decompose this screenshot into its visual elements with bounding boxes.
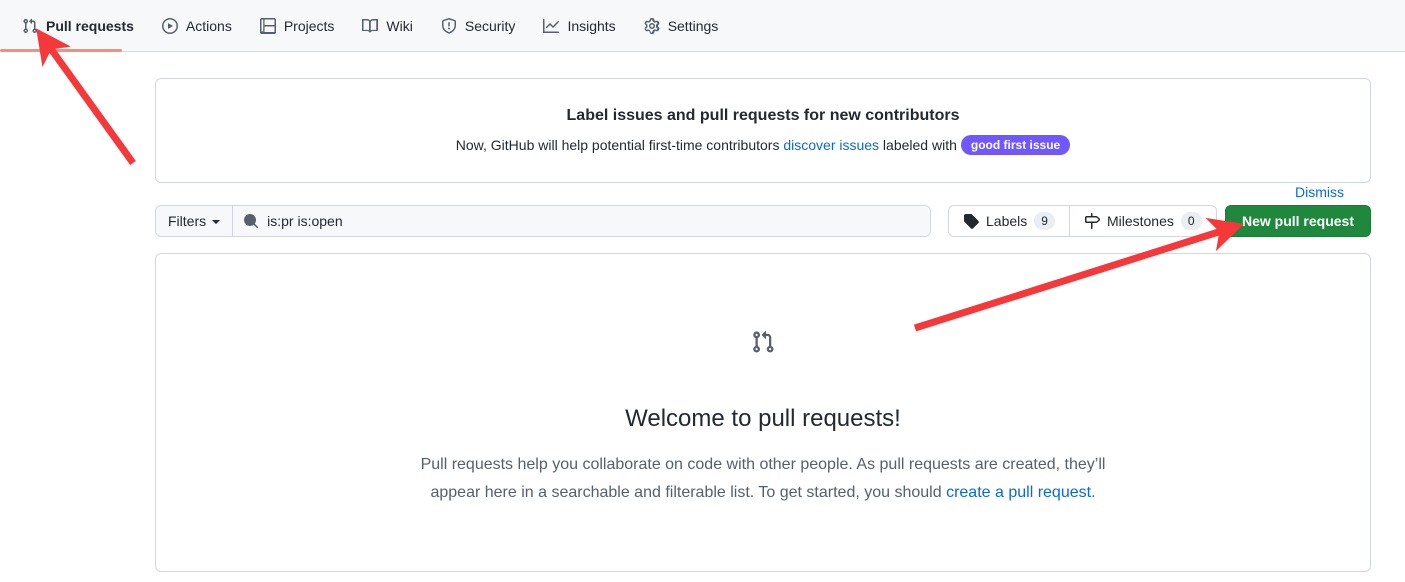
active-tab-underline: [0, 49, 122, 52]
nav-item-actions[interactable]: Actions: [148, 0, 246, 52]
search-input[interactable]: is:pr is:open: [267, 213, 342, 229]
nav-label-pull-requests: Pull requests: [46, 17, 134, 34]
filters-dropdown-button[interactable]: Filters: [156, 206, 234, 236]
book-icon: [362, 18, 379, 34]
banner-sub-prefix: Now, GitHub will help potential first-ti…: [455, 137, 784, 153]
banner-heading: Label issues and pull requests for new c…: [566, 107, 960, 124]
repo-nav: Pull requests Actions Projects Wiki Secu…: [0, 0, 1405, 52]
milestones-count: 0: [1180, 212, 1202, 230]
good-first-issue-badge[interactable]: good first issue: [960, 135, 1071, 155]
nav-label-wiki: Wiki: [386, 17, 413, 34]
milestones-button[interactable]: Milestones 0: [1068, 206, 1216, 236]
milestones-label: Milestones: [1106, 213, 1174, 229]
arrow-to-pull-requests-tab: [36, 28, 136, 166]
nav-label-security: Security: [464, 17, 516, 34]
empty-state-title: Welcome to pull requests!: [625, 404, 901, 432]
dismiss-banner-link[interactable]: Dismiss: [1295, 184, 1344, 200]
shield-icon: [441, 17, 457, 34]
labels-count: 9: [1034, 212, 1055, 230]
banner-sub-middle: labeled with: [879, 137, 957, 153]
table-icon: [259, 17, 276, 34]
tag-icon: [963, 213, 979, 229]
chevron-down-icon: [212, 219, 221, 224]
empty-state-body: Pull requests help you collaborate on co…: [413, 451, 1113, 507]
nav-item-insights[interactable]: Insights: [529, 0, 629, 52]
git-pull-request-icon: [22, 18, 38, 34]
git-pull-request-icon: [156, 330, 1370, 354]
nav-label-actions: Actions: [185, 17, 232, 34]
filters-and-search-group: Filters is:pr is:open: [155, 205, 931, 237]
discover-issues-link[interactable]: discover issues: [783, 137, 879, 153]
play-circle-icon: [161, 17, 178, 34]
nav-item-projects[interactable]: Projects: [246, 0, 349, 52]
nav-label-insights: Insights: [567, 17, 616, 34]
pull-requests-empty-state: Welcome to pull requests! Pull requests …: [155, 253, 1371, 572]
filters-label: Filters: [168, 213, 207, 229]
search-input-wrapper[interactable]: is:pr is:open: [233, 206, 930, 236]
filters-toolbar: Filters is:pr is:open Labels 9 Milestone…: [155, 205, 1371, 237]
nav-item-security[interactable]: Security: [427, 0, 530, 52]
gear-icon: [644, 17, 660, 34]
banner-subtitle: Now, GitHub will help potential first-ti…: [156, 134, 1370, 156]
github-pull-requests-page: Pull requests Actions Projects Wiki Secu…: [0, 0, 1405, 582]
create-a-pull-request-link[interactable]: create a pull request: [946, 484, 1091, 501]
nav-item-wiki[interactable]: Wiki: [348, 0, 426, 52]
new-pull-request-button[interactable]: New pull request: [1224, 205, 1371, 237]
nav-item-pull-requests[interactable]: Pull requests: [8, 0, 148, 52]
contributors-banner: Label issues and pull requests for new c…: [155, 78, 1371, 200]
empty-body-suffix: .: [1091, 484, 1096, 501]
milestone-icon: [1084, 213, 1100, 229]
nav-label-projects: Projects: [283, 17, 335, 34]
nav-item-settings[interactable]: Settings: [630, 0, 733, 52]
graph-icon: [543, 18, 560, 34]
search-icon: [243, 213, 259, 229]
labels-milestones-group: Labels 9 Milestones 0: [948, 205, 1217, 237]
labels-label: Labels: [986, 213, 1028, 229]
nav-label-settings: Settings: [667, 17, 719, 34]
labels-button[interactable]: Labels 9: [949, 206, 1069, 236]
